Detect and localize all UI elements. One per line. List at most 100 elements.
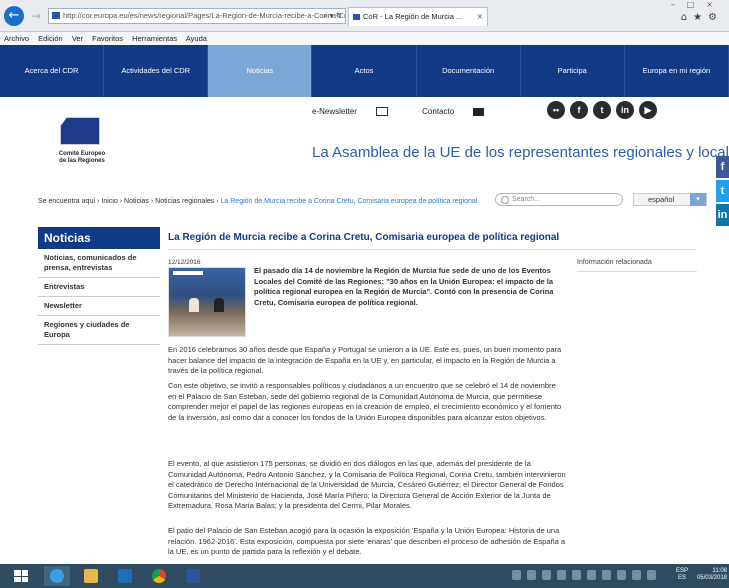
contact-label: Contacto: [422, 107, 455, 116]
taskbar-explorer[interactable]: [78, 566, 104, 586]
clock[interactable]: 11:08 05/03/2018: [696, 568, 727, 582]
share-facebook-icon[interactable]: f: [716, 156, 729, 178]
search-refresh-icon[interactable]: ⌕ ▾ ↻: [323, 9, 342, 23]
search-input[interactable]: Search...: [495, 193, 623, 206]
logo-line-1: Comité Europeo: [58, 151, 106, 157]
tab-title: CoR - La Región de Murcia ...: [363, 12, 463, 21]
language-selected: español: [648, 195, 675, 204]
logo-text: Comité Europeo de las Regiones: [52, 151, 112, 165]
chevron-down-icon: ▾: [690, 193, 706, 206]
chrome-icon: [152, 569, 166, 583]
logo-line-2: de las Regiones: [59, 158, 105, 164]
menu-herramientas[interactable]: Herramientas: [132, 34, 177, 43]
tab-close-icon[interactable]: ×: [477, 8, 483, 26]
nav-participa[interactable]: Participa: [521, 45, 625, 97]
ie-icon: [50, 569, 64, 583]
clock-date: 05/03/2018: [696, 575, 727, 581]
taskbar-outlook[interactable]: [112, 566, 138, 586]
browser-tab[interactable]: CoR - La Región de Murcia ... ×: [348, 7, 488, 26]
tray-icon[interactable]: [587, 570, 596, 580]
tray-icon[interactable]: [572, 570, 581, 580]
folder-icon: [84, 569, 98, 583]
related-info-heading: Información relacionada: [577, 259, 697, 272]
site-tagline: La Asamblea de la UE de los representant…: [312, 144, 729, 161]
forward-button[interactable]: →: [26, 6, 46, 26]
sidebar-item-newsletter[interactable]: Newsletter: [38, 297, 160, 316]
linkedin-icon[interactable]: in: [616, 101, 634, 119]
sidebar-title[interactable]: Noticias: [38, 227, 160, 249]
menu-ayuda[interactable]: Ayuda: [186, 34, 207, 43]
menu-archivo[interactable]: Archivo: [4, 34, 29, 43]
tray-icon[interactable]: [602, 570, 611, 580]
social-links: •• f t in ▶: [547, 101, 657, 119]
web-page: Acerca del CDR Actividades del CDR Notic…: [0, 45, 729, 564]
language-select[interactable]: español ▾: [633, 193, 707, 206]
home-icon[interactable]: ⌂: [681, 12, 693, 23]
back-button[interactable]: ←: [4, 6, 24, 26]
window-controls[interactable]: –□×: [671, 0, 725, 9]
nav-europa-region[interactable]: Europa en mi región: [625, 45, 729, 97]
taskbar-word[interactable]: [180, 566, 206, 586]
article-photo[interactable]: [168, 267, 246, 337]
sidebar-item-entrevistas[interactable]: Entrevistas: [38, 278, 160, 297]
settings-gear-icon[interactable]: ⚙: [708, 12, 723, 23]
article-paragraph-4: El patio del Palacio de San Esteban acog…: [168, 526, 566, 556]
taskbar-chrome[interactable]: [146, 566, 172, 586]
article-paragraph-3: El evento, al que asistieron 175 persona…: [168, 459, 566, 510]
nav-actividades[interactable]: Actividades del CDR: [104, 45, 209, 97]
newsletter-icon: [375, 107, 388, 117]
mail-icon: [473, 107, 485, 116]
youtube-icon[interactable]: ▶: [639, 101, 657, 119]
photo-banner: [173, 271, 203, 275]
system-tray: [512, 570, 672, 582]
address-bar[interactable]: http://cor.europa.eu/es/news/regional/Pa…: [48, 8, 346, 24]
input-language[interactable]: ESP ES: [676, 568, 688, 582]
share-linkedin-icon[interactable]: in: [716, 204, 729, 226]
menu-ver[interactable]: Ver: [72, 34, 83, 43]
cor-logo[interactable]: Comité Europeo de las Regiones: [50, 115, 110, 167]
sidebar: Noticias Noticias, comunicados de prensa…: [38, 227, 160, 345]
share-twitter-icon[interactable]: t: [716, 180, 729, 202]
breadcrumb-current: La Región de Murcia recibe a Corina Cret…: [220, 198, 478, 205]
menu-favoritos[interactable]: Favoritos: [92, 34, 123, 43]
tray-icon[interactable]: [527, 570, 536, 580]
maximize-icon[interactable]: □: [687, 0, 707, 9]
minimize-icon[interactable]: –: [671, 0, 687, 9]
close-window-icon[interactable]: ×: [706, 0, 725, 9]
tray-icon[interactable]: [512, 570, 521, 580]
favorites-star-icon[interactable]: ★: [693, 12, 708, 23]
tray-icon[interactable]: [617, 570, 626, 580]
nav-documentacion[interactable]: Documentación: [417, 45, 521, 97]
newsletter-link[interactable]: e-Newsletter: [312, 107, 404, 117]
taskbar-ie[interactable]: [44, 566, 70, 586]
address-url: http://cor.europa.eu/es/news/regional/Pa…: [63, 11, 346, 20]
breadcrumb-prefix: Se encuentra aquí: [38, 198, 96, 205]
word-icon: [186, 569, 200, 583]
breadcrumb: Se encuentra aquí › Inicio › Noticias › …: [38, 198, 478, 205]
sidebar-item-regiones[interactable]: Regiones y ciudades de Europa: [38, 316, 160, 345]
sidebar-item-noticias[interactable]: Noticias, comunicados de prensa, entrevi…: [38, 249, 160, 278]
contact-link[interactable]: Contacto: [422, 107, 500, 116]
article-paragraph-1: En 2016 celebramos 30 años desde que Esp…: [168, 345, 562, 375]
clock-time: 11:08: [712, 568, 727, 574]
nav-actos[interactable]: Actos: [312, 45, 417, 97]
tray-icon[interactable]: [542, 570, 551, 580]
article-title: La Región de Murcia recibe a Corina Cret…: [168, 232, 696, 250]
eu-flag-icon: [60, 117, 100, 145]
nav-noticias[interactable]: Noticias: [208, 45, 313, 97]
breadcrumb-trail[interactable]: Inicio › Noticias › Noticias regionales …: [101, 198, 218, 205]
share-bar: f t in: [716, 156, 729, 228]
menu-edicion[interactable]: Edición: [38, 34, 63, 43]
outlook-icon: [118, 569, 132, 583]
twitter-icon[interactable]: t: [593, 101, 611, 119]
facebook-icon[interactable]: f: [570, 101, 588, 119]
volume-icon[interactable]: [647, 570, 656, 580]
secondary-links: e-Newsletter Contacto: [312, 107, 516, 117]
flickr-icon[interactable]: ••: [547, 101, 565, 119]
nav-acerca[interactable]: Acerca del CDR: [0, 45, 105, 97]
windows-start-icon[interactable]: [14, 570, 28, 582]
tab-favicon-icon: [353, 14, 360, 20]
browser-toolbar-icons: ⌂★⚙: [681, 12, 723, 23]
tray-icon[interactable]: [557, 570, 566, 580]
tray-icon[interactable]: [632, 570, 641, 580]
